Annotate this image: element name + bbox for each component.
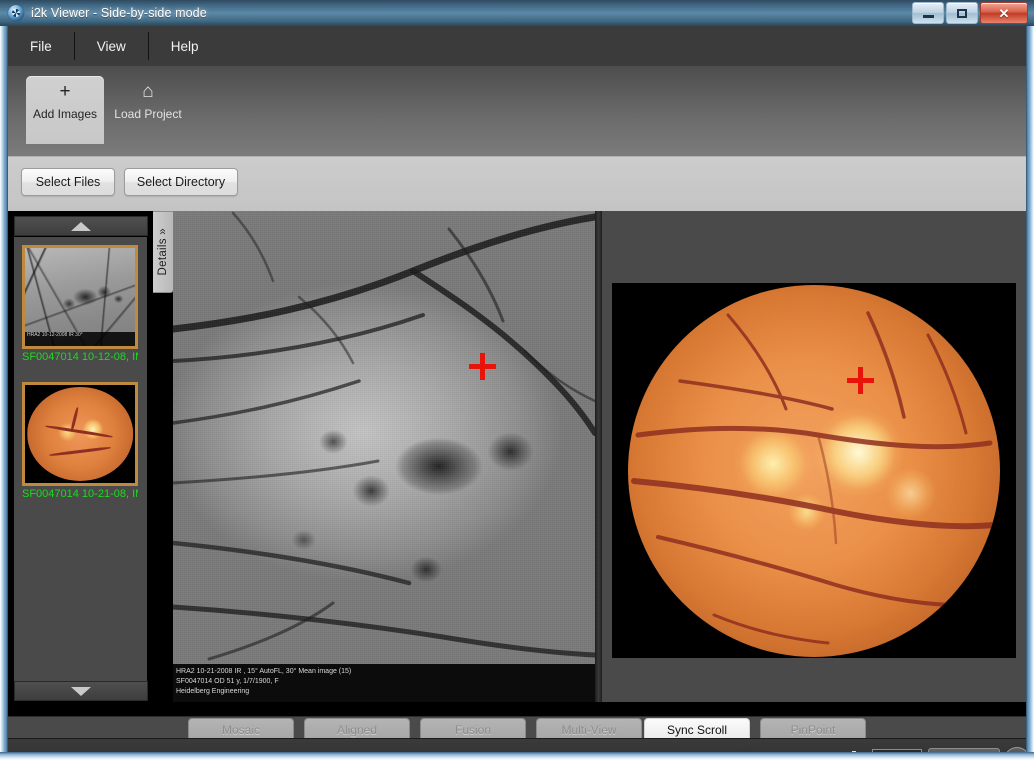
ribbon-tab-label: Add Images (32, 107, 98, 121)
scroll-down-button[interactable] (14, 681, 148, 701)
minimize-button[interactable] (912, 2, 944, 24)
viewer-pane-left[interactable]: HRA2 10-21-2008 IR , 15° AutoFL, 30° Mea… (173, 211, 595, 702)
zoom-level-value[interactable]: 56% (872, 749, 922, 752)
thumbnail-sidebar: HRA2 10-12-2008 IR 30° SF0047014 10-12-0… (8, 211, 153, 716)
fundus-disc (628, 284, 1000, 657)
viewer-pane-right[interactable] (602, 211, 1026, 702)
details-tab-label: Details » (157, 228, 169, 276)
thumbnail-label: SF0047014 10-12-08, IM00 (22, 351, 138, 363)
crosshair-horizontal-bar (469, 364, 496, 369)
close-button[interactable]: ✕ (980, 2, 1028, 24)
minimize-icon (922, 15, 934, 18)
zoom-in-button[interactable] (846, 751, 862, 752)
crosshair-horizontal-bar (847, 378, 874, 383)
client-area: File View Help + Add Images ⌂ Load Proje… (8, 26, 1026, 752)
ribbon-tab-add-images[interactable]: + Add Images (26, 76, 104, 144)
window-frame-left (0, 0, 8, 760)
scroll-up-button[interactable] (14, 216, 148, 236)
application-window: i2k Viewer - Side-by-side mode ✕ File Vi… (0, 0, 1034, 760)
fundus-vessel-overlay (631, 310, 997, 646)
chevron-down-icon (71, 686, 91, 696)
menu-item-file[interactable]: File (8, 26, 74, 66)
image-metadata-overlay: HRA2 10-21-2008 IR , 15° AutoFL, 30° Mea… (173, 664, 595, 702)
details-panel-tab[interactable]: Details » (153, 211, 174, 293)
thumbnail-image-color-fundus[interactable] (22, 382, 138, 486)
color-fundus-render (25, 385, 135, 483)
crosshair-marker-left (469, 353, 496, 380)
image-viewer: Details » HRA2 10-21-2008 IR , 15° AutoF… (153, 211, 1026, 716)
maximize-button[interactable] (946, 2, 978, 24)
tab-multi-view[interactable]: Multi-View (536, 718, 642, 740)
thumbnail-image-infrared[interactable]: HRA2 10-12-2008 IR 30° (22, 245, 138, 349)
thumbnail-overlay-text: HRA2 10-12-2008 IR 30° (25, 332, 135, 346)
plus-icon: + (59, 81, 71, 102)
window-title: i2k Viewer - Side-by-side mode (31, 6, 207, 20)
thumbnail-list[interactable]: HRA2 10-12-2008 IR 30° SF0047014 10-12-0… (14, 237, 147, 697)
select-directory-button[interactable]: Select Directory (124, 168, 238, 196)
app-aperture-icon (8, 5, 24, 21)
overlay-line-2: SF0047014 OD 51 y, 1/7/1900, F (176, 678, 279, 685)
thumbnail-item[interactable]: SF0047014 10-21-08, IM00 (22, 382, 138, 501)
ribbon-tab-strip: + Add Images ⌂ Load Project (8, 66, 1026, 156)
window-frame-right (1026, 0, 1034, 760)
thumbnail-label: SF0047014 10-21-08, IM00 (22, 488, 138, 500)
menu-item-help[interactable]: Help (149, 26, 221, 66)
tab-aligned[interactable]: Aligned (304, 718, 410, 740)
select-files-button[interactable]: Select Files (21, 168, 115, 196)
tab-pinpoint[interactable]: PinPoint (760, 718, 866, 740)
ribbon-tab-load-project[interactable]: ⌂ Load Project (106, 76, 190, 144)
window-frame-bottom (0, 752, 1034, 760)
zoom-slider-handle[interactable] (738, 751, 758, 752)
tab-mosaic[interactable]: Mosaic (188, 718, 294, 740)
tab-fusion[interactable]: Fusion (420, 718, 526, 740)
thumbnail-item[interactable]: HRA2 10-12-2008 IR 30° SF0047014 10-12-0… (22, 245, 138, 364)
tab-sync-scroll[interactable]: Sync Scroll (644, 718, 750, 740)
ribbon-panel: Select Files Select Directory (8, 156, 1026, 212)
menu-item-view[interactable]: View (75, 26, 148, 66)
window-controls: ✕ (912, 2, 1028, 24)
clear-button[interactable]: Clear (928, 748, 1000, 752)
crosshair-marker-right (847, 367, 874, 394)
color-fundus-image (612, 283, 1016, 658)
home-icon: ⌂ (142, 81, 154, 102)
menu-bar: File View Help (8, 26, 1026, 66)
maximize-icon (957, 8, 967, 18)
view-mode-tab-bar: Mosaic Aligned Fusion Multi-View Sync Sc… (8, 716, 1026, 740)
close-icon: ✕ (998, 5, 1010, 21)
help-button[interactable]: ? (1004, 747, 1026, 752)
ribbon-tab-label: Load Project (114, 107, 182, 121)
overlay-line-3: Heidelberg Engineering (176, 688, 250, 695)
chevron-up-icon (71, 221, 91, 231)
overlay-line-1: HRA2 10-21-2008 IR , 15° AutoFL, 30° Mea… (176, 668, 352, 675)
pane-splitter[interactable] (595, 211, 602, 702)
title-bar: i2k Viewer - Side-by-side mode ✕ (0, 0, 1034, 26)
image-noise-texture (173, 211, 595, 702)
status-bar: 56% Clear ? (8, 738, 1026, 752)
fundus-disc (27, 386, 133, 482)
